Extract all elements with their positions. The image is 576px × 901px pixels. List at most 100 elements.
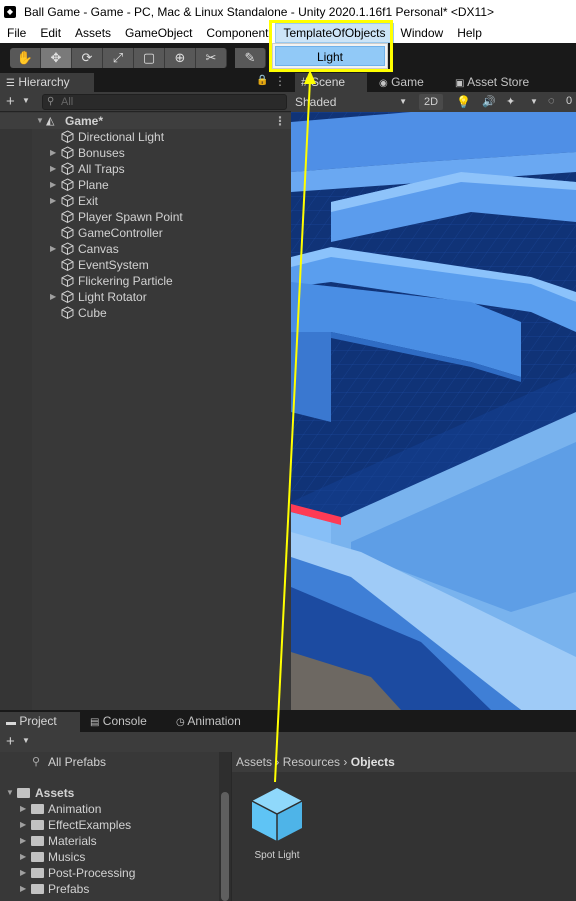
tab-animation-label: Animation — [187, 714, 241, 728]
expand-arrow-icon[interactable]: ▶ — [50, 193, 56, 209]
menu-component[interactable]: Component — [199, 23, 275, 43]
menu-assets[interactable]: Assets — [68, 23, 118, 43]
chevron-down-icon[interactable]: ▼ — [22, 736, 30, 745]
folder-icon — [31, 804, 44, 814]
audio-icon[interactable]: 🔊 — [482, 95, 496, 108]
tab-project[interactable]: ▬ Project — [0, 712, 80, 732]
project-tree-scrollbar[interactable] — [219, 752, 231, 901]
tree-folder-item[interactable]: ▶ Musics — [0, 849, 219, 865]
hierarchy-search-input[interactable]: ⚲ All — [42, 94, 287, 110]
tab-console[interactable]: ▤ Console — [84, 712, 164, 732]
hierarchy-item[interactable]: ▶ Exit — [0, 193, 291, 209]
hierarchy-item[interactable]: GameController — [0, 225, 291, 241]
expand-arrow-icon[interactable]: ▶ — [20, 833, 26, 849]
transform-tool-icon[interactable]: ⊕ — [165, 48, 196, 68]
hierarchy-item[interactable]: ▶ Plane — [0, 177, 291, 193]
tree-folder-item[interactable]: ▶ Materials — [0, 833, 219, 849]
lock-icon[interactable]: 🔒 — [256, 75, 268, 86]
expand-arrow-icon[interactable]: ▶ — [20, 865, 26, 881]
gameobject-cube-icon — [61, 210, 74, 223]
toggle-2d-button[interactable]: 2D — [419, 94, 443, 110]
scale-tool-icon[interactable]: ⤢ — [103, 48, 134, 68]
menu-edit[interactable]: Edit — [33, 23, 68, 43]
tab-game[interactable]: ◉ Game — [373, 73, 445, 92]
scene-viewport[interactable] — [291, 112, 576, 710]
store-bag-icon: ▣ — [455, 78, 465, 89]
menu-file[interactable]: File — [0, 23, 33, 43]
tab-asset-store[interactable]: ▣ Asset Store — [449, 73, 549, 92]
tree-root-label: Assets — [35, 786, 75, 800]
menu-template-of-objects[interactable]: TemplateOfObjects — [275, 23, 394, 43]
expand-arrow-icon[interactable]: ▶ — [50, 161, 56, 177]
hierarchy-item-label: Player Spawn Point — [78, 210, 183, 224]
scrollbar-thumb[interactable] — [221, 792, 229, 901]
tab-project-label: Project — [19, 714, 57, 728]
expand-arrow-icon[interactable]: ▶ — [20, 817, 26, 833]
expand-arrow-icon[interactable]: ▶ — [50, 241, 56, 257]
hierarchy-item[interactable]: ▶ All Traps — [0, 161, 291, 177]
hierarchy-item[interactable]: Cube — [0, 305, 291, 321]
scene-options-icon[interactable]: ⋮ — [274, 113, 286, 129]
menu-window[interactable]: Window — [394, 23, 451, 43]
lightbulb-icon[interactable]: 💡 — [456, 95, 471, 109]
rect-tool-icon[interactable]: ▢ — [134, 48, 165, 68]
menu-bar: File Edit Assets GameObject Component Te… — [0, 23, 576, 43]
tree-root-assets[interactable]: ▼ Assets — [0, 785, 219, 801]
hierarchy-item[interactable]: ▶ Bonuses — [0, 145, 291, 161]
scene-root-row[interactable]: ▼ ◭ Game* ⋮ — [0, 113, 291, 129]
scene-name: Game* — [65, 114, 104, 128]
menu-help[interactable]: Help — [450, 23, 489, 43]
tree-folder-item[interactable]: ▶ Prefabs — [0, 881, 219, 897]
dropdown-item-light[interactable]: Light — [275, 46, 385, 66]
hierarchy-item[interactable]: ▶ Canvas — [0, 241, 291, 257]
hierarchy-item[interactable]: Player Spawn Point — [0, 209, 291, 225]
hierarchy-item-label: All Traps — [78, 162, 125, 176]
scene-render — [291, 112, 576, 710]
editor-tool-icon[interactable]: ✎ — [235, 48, 266, 68]
favorite-label: All Prefabs — [48, 755, 107, 769]
expand-arrow-icon[interactable]: ▶ — [50, 145, 56, 161]
breadcrumb-assets[interactable]: Assets — [236, 755, 272, 769]
tree-folder-item[interactable]: ▶ Post-Processing — [0, 865, 219, 881]
tree-folder-label: Prefabs — [48, 882, 90, 896]
breadcrumb-resources[interactable]: Resources — [283, 755, 340, 769]
gameobject-cube-icon — [61, 146, 74, 159]
shading-mode-dropdown[interactable]: Shaded ▼ — [291, 92, 411, 112]
hidden-objects-icon[interactable]: ◌ — [548, 95, 555, 107]
title-bar: ◆ Ball Game - Game - PC, Mac & Linux Sta… — [0, 0, 576, 23]
tab-scene[interactable]: # Scene — [295, 73, 367, 92]
hierarchy-item[interactable]: ▶ Light Rotator — [0, 289, 291, 305]
folder-icon — [31, 852, 44, 862]
tree-folder-item[interactable]: ▶ EffectExamples — [0, 817, 219, 833]
expand-arrow-icon[interactable]: ▼ — [6, 785, 14, 801]
hierarchy-item[interactable]: Directional Light — [0, 129, 291, 145]
kebab-menu-icon[interactable]: ⋮ — [274, 74, 286, 88]
tab-hierarchy[interactable]: ☰ Hierarchy — [0, 73, 94, 92]
chevron-down-icon[interactable]: ▼ — [22, 96, 30, 105]
menu-gameobject[interactable]: GameObject — [118, 23, 199, 43]
breadcrumb-objects[interactable]: Objects — [351, 755, 395, 769]
effects-icon[interactable]: ✦ — [506, 95, 515, 108]
template-of-objects-dropdown: Light — [272, 43, 388, 69]
expand-arrow-icon[interactable]: ▶ — [20, 881, 26, 897]
hierarchy-item[interactable]: EventSystem — [0, 257, 291, 273]
hierarchy-item[interactable]: Flickering Particle — [0, 273, 291, 289]
add-icon[interactable]: + — [6, 93, 15, 110]
expand-arrow-icon[interactable]: ▶ — [20, 801, 26, 817]
expand-arrow-icon[interactable]: ▶ — [50, 177, 56, 193]
chevron-down-icon[interactable]: ▼ — [530, 97, 538, 106]
project-tab-bar: ▬ Project ▤ Console ◷ Animation — [0, 710, 576, 732]
folder-icon: ▬ — [6, 717, 16, 728]
gameobject-cube-icon — [61, 162, 74, 175]
rotate-tool-icon[interactable]: ⟳ — [72, 48, 103, 68]
expand-arrow-icon[interactable]: ▶ — [20, 849, 26, 865]
move-tool-icon[interactable]: ✥ — [41, 48, 72, 68]
tree-folder-item[interactable]: ▶ Animation — [0, 801, 219, 817]
tab-animation[interactable]: ◷ Animation — [170, 712, 270, 732]
expand-arrow-icon[interactable]: ▼ — [36, 113, 44, 129]
expand-arrow-icon[interactable]: ▶ — [50, 289, 56, 305]
hand-tool-icon[interactable]: ✋ — [10, 48, 41, 68]
asset-tile[interactable]: Spot Light — [246, 784, 308, 864]
add-icon[interactable]: + — [6, 733, 15, 750]
custom-tool-icon[interactable]: ✂ — [196, 48, 227, 68]
